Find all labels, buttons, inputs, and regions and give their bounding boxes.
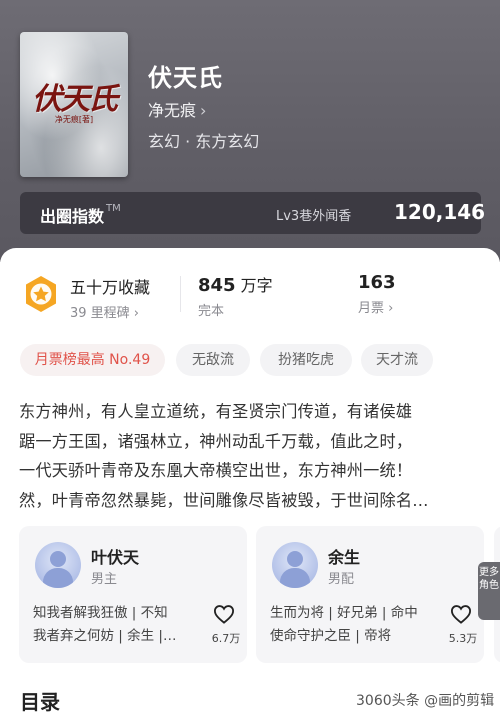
trademark-mark: TM [106,203,121,214]
chevron-right-icon: › [471,202,478,221]
index-level: Lv3巷外闻香 [276,209,352,224]
word-count-unit: 万字 [240,276,273,295]
divider [180,276,181,312]
cover-author: 净无痕[著] [54,115,94,124]
cover-title: 伏天氏 [32,82,118,117]
star-badge-icon [26,276,56,312]
index-label: 出圈指数 TM [40,203,121,226]
author-link[interactable]: 净无痕 › [148,97,206,121]
tag-item[interactable]: 无敌流 [176,344,250,376]
ticket-link[interactable]: 月票 › [358,297,396,316]
expand-fade [441,487,481,515]
role-name: 叶伏天 [91,548,140,567]
word-count-number: 845 [198,275,236,296]
book-cover[interactable]: 伏天氏 净无痕[著] [20,32,128,177]
tag-item[interactable]: 天才流 [361,344,433,376]
watermark: 3060头条 @画的剪辑 [356,693,495,709]
monthly-ticket-stat[interactable]: 163 月票 › [358,272,396,316]
role-card[interactable]: 叶伏天 男主 知我者解我狂傲 | 不知 我者弃之何妨 | 余生 |… 6.7万 [19,526,247,663]
description-line: 一代天骄叶青帝及东凰大帝横空出世，东方神州一统！ [19,461,413,480]
popularity-index-bar[interactable]: 出圈指数 TM Lv3巷外闻香 120,146 › [20,192,485,234]
heart-icon[interactable] [213,604,235,624]
collection-title: 五十万收藏 [70,278,151,297]
avatar [272,542,318,588]
role-type: 男配 [328,572,355,587]
like-count: 6.7万 [211,632,241,645]
tag-rank[interactable]: 月票榜最高 No.49 [20,344,165,376]
role-card[interactable]: 余生 男配 生而为将 | 好兄弟 | 命中 使命守护之臣 | 帝将 5.3万 [256,526,484,663]
role-type: 男主 [91,572,118,587]
book-header: 伏天氏 净无痕[著] 伏天氏 净无痕 › 玄幻 · 东方玄幻 出圈指数 TM Lv3… [0,0,500,262]
chevron-right-icon: › [200,101,207,120]
author-name: 净无痕 [148,101,197,120]
completion-status: 完本 [198,304,225,319]
description-line: 东方神州，有人皇立道统，有圣贤宗门传道，有诸侯雄 [19,402,413,421]
book-description[interactable]: 东方神州，有人皇立道统，有圣贤宗门传道，有诸侯雄 踞一方王国，诸强林立，神州动乱… [19,397,481,515]
tag-item[interactable]: 扮猪吃虎 [260,344,352,376]
ticket-count: 163 [358,272,396,293]
role-name: 余生 [328,548,361,567]
role-quote: 生而为将 | 好兄弟 | 命中 使命守护之臣 | 帝将 [270,605,418,644]
like-count: 5.3万 [448,632,478,645]
book-title: 伏天氏 [148,64,223,92]
collection-stat[interactable]: 五十万收藏 39 里程碑 › [70,274,150,321]
genre-label[interactable]: 玄幻 · 东方玄幻 [148,128,259,152]
more-roles-button[interactable]: 更多角色 [478,562,500,620]
description-line: 然，叶青帝忽然暴毙，世间雕像尽皆被毁，于世间除名… [19,490,429,510]
description-line: 踞一方王国，诸强林立，神州动乱千万载，值此之时， [19,431,413,451]
role-quote: 知我者解我狂傲 | 不知 我者弃之何妨 | 余生 |… [33,605,177,644]
word-count-stat: 845 万字 完本 [198,272,273,319]
toc-title[interactable]: 目录 [20,686,60,715]
heart-icon[interactable] [450,604,472,624]
milestone-link[interactable]: 39 里程碑 › [70,302,150,321]
avatar [35,542,81,588]
